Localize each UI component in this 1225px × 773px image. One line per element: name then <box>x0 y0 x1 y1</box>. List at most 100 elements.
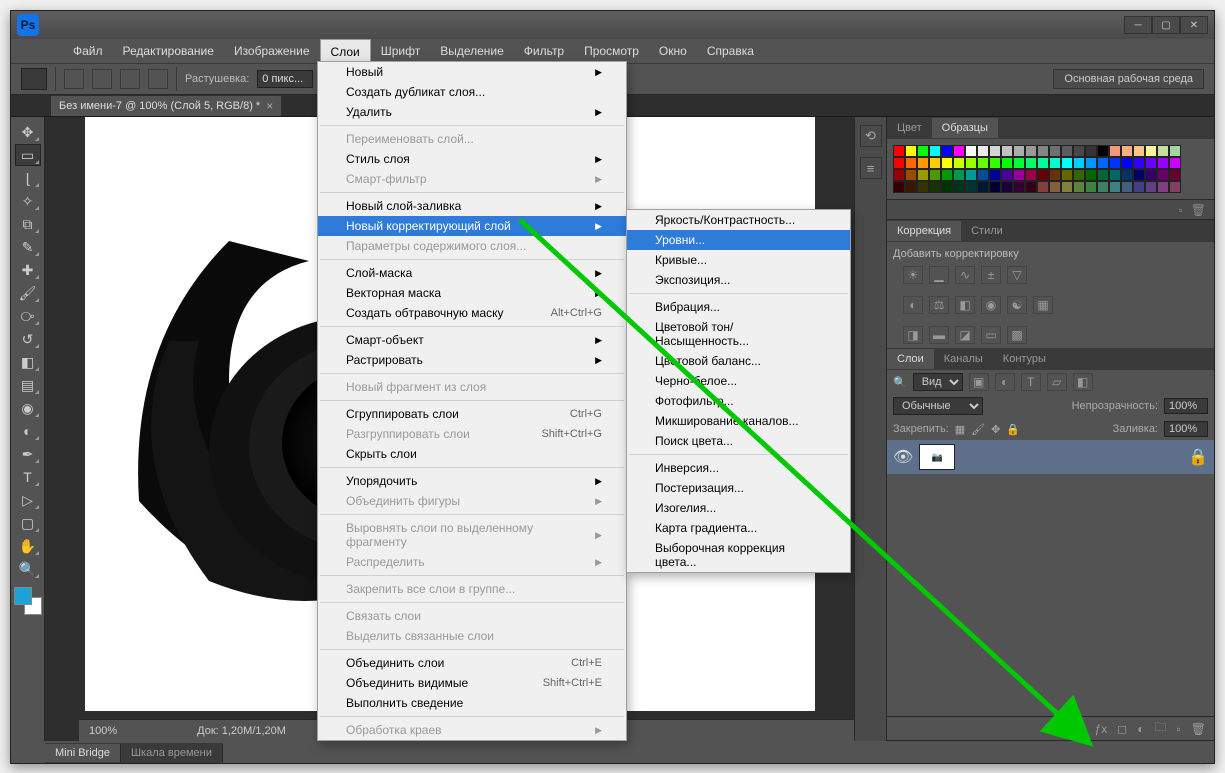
color-swatch[interactable] <box>917 145 929 157</box>
color-swatch[interactable] <box>1073 157 1085 169</box>
color-swatch[interactable] <box>941 145 953 157</box>
menu-item[interactable]: Сгруппировать слоиCtrl+G <box>318 404 626 424</box>
color-swatch[interactable] <box>977 157 989 169</box>
color-swatch[interactable] <box>977 145 989 157</box>
color-swatch[interactable] <box>1157 145 1169 157</box>
tab-styles[interactable]: Стили <box>961 221 1013 241</box>
zoom-value[interactable]: 100% <box>89 725 117 737</box>
filter-shape-icon[interactable]: ▱ <box>1047 373 1067 391</box>
brush-tool[interactable]: 🖌 <box>15 282 41 304</box>
menu-item[interactable]: Создать дубликат слоя... <box>318 82 626 102</box>
color-swatch[interactable] <box>965 145 977 157</box>
color-swatch[interactable] <box>1133 169 1145 181</box>
menu-item[interactable]: Смарт-объект▶ <box>318 330 626 350</box>
properties-panel-icon[interactable]: ≡ <box>860 157 882 179</box>
healing-brush-tool[interactable]: ✚ <box>15 259 41 281</box>
color-swatch[interactable] <box>953 157 965 169</box>
menu-item[interactable]: Поиск цвета... <box>627 431 850 451</box>
color-swatch[interactable] <box>965 157 977 169</box>
menu-item[interactable]: Экспозиция... <box>627 270 850 290</box>
feather-input[interactable] <box>257 70 313 88</box>
color-swatch[interactable] <box>1097 181 1109 193</box>
menu-item[interactable]: Векторная маска▶ <box>318 283 626 303</box>
color-swatch[interactable] <box>1061 169 1073 181</box>
workspace-switcher[interactable]: Основная рабочая среда <box>1053 69 1204 89</box>
menu-item[interactable]: Объединить слоиCtrl+E <box>318 653 626 673</box>
menu-item[interactable]: Новый корректирующий слой▶ <box>318 216 626 236</box>
color-swatch[interactable] <box>1061 145 1073 157</box>
menu-редактирование[interactable]: Редактирование <box>113 39 224 63</box>
color-swatch[interactable] <box>1085 181 1097 193</box>
bw-icon[interactable]: ◧ <box>955 296 975 314</box>
color-swatch[interactable] <box>1025 169 1037 181</box>
filter-smart-icon[interactable]: ◧ <box>1073 373 1093 391</box>
menu-item[interactable]: Удалить▶ <box>318 102 626 122</box>
menu-item[interactable]: Создать обтравочную маскуAlt+Ctrl+G <box>318 303 626 323</box>
color-swatch[interactable] <box>1121 157 1133 169</box>
menu-item[interactable]: Черно-белое... <box>627 371 850 391</box>
menu-окно[interactable]: Окно <box>649 39 697 63</box>
lock-position-icon[interactable]: ✥ <box>991 423 1000 436</box>
minimize-button[interactable]: ─ <box>1124 16 1152 34</box>
dodge-tool[interactable]: ◐ <box>15 420 41 442</box>
color-swatch[interactable] <box>1109 181 1121 193</box>
magic-wand-tool[interactable]: ✧ <box>15 190 41 212</box>
color-swatch[interactable] <box>1169 169 1181 181</box>
menu-item[interactable]: Растрировать▶ <box>318 350 626 370</box>
color-swatch[interactable] <box>1013 169 1025 181</box>
menu-фильтр[interactable]: Фильтр <box>514 39 574 63</box>
menu-item[interactable]: Слой-маска▶ <box>318 263 626 283</box>
color-swatch[interactable] <box>1037 157 1049 169</box>
color-swatch[interactable] <box>1157 181 1169 193</box>
color-swatch[interactable] <box>1073 181 1085 193</box>
color-swatch[interactable] <box>893 169 905 181</box>
color-swatch[interactable] <box>1013 157 1025 169</box>
tab-timeline[interactable]: Шкала времени <box>121 744 223 762</box>
color-swatch[interactable] <box>1085 169 1097 181</box>
curves-icon[interactable]: ∿ <box>955 266 975 284</box>
vibrance-icon[interactable]: ▽ <box>1007 266 1027 284</box>
path-select-tool[interactable]: ▷ <box>15 489 41 511</box>
history-panel-icon[interactable]: ⟲ <box>860 125 882 147</box>
lookup-icon[interactable]: ▦ <box>1033 296 1053 314</box>
color-swatch[interactable] <box>1001 181 1013 193</box>
filter-type-icon[interactable]: T <box>1021 373 1041 391</box>
color-swatch[interactable] <box>1001 169 1013 181</box>
color-swatch[interactable] <box>1049 145 1061 157</box>
selection-add-icon[interactable] <box>92 69 112 89</box>
photo-filter-icon[interactable]: ◉ <box>981 296 1001 314</box>
color-swatch[interactable] <box>1133 181 1145 193</box>
menu-файл[interactable]: Файл <box>63 39 113 63</box>
threshold-icon[interactable]: ◪ <box>955 326 975 344</box>
color-swatch[interactable] <box>929 169 941 181</box>
color-swatch[interactable] <box>917 169 929 181</box>
menu-item[interactable]: Выборочная коррекция цвета... <box>627 538 850 572</box>
color-swatch[interactable] <box>1109 157 1121 169</box>
color-swatch[interactable] <box>1073 169 1085 181</box>
visibility-eye-icon[interactable]: 👁 <box>893 447 913 467</box>
color-swatch[interactable] <box>1025 157 1037 169</box>
menu-item[interactable]: Карта градиента... <box>627 518 850 538</box>
color-swatch[interactable] <box>905 157 917 169</box>
color-swatch[interactable] <box>905 169 917 181</box>
color-swatch[interactable] <box>917 157 929 169</box>
eraser-tool[interactable]: ◧ <box>15 351 41 373</box>
levels-icon[interactable]: ▁ <box>929 266 949 284</box>
color-swatch[interactable] <box>1097 169 1109 181</box>
menu-шрифт[interactable]: Шрифт <box>371 39 430 63</box>
menu-item[interactable]: Цветовой баланс... <box>627 351 850 371</box>
brightness-icon[interactable]: ☀ <box>903 266 923 284</box>
menu-item[interactable]: Изогелия... <box>627 498 850 518</box>
exposure-icon[interactable]: ± <box>981 266 1001 284</box>
tab-channels[interactable]: Каналы <box>934 349 993 369</box>
color-swatch[interactable] <box>905 181 917 193</box>
color-swatch[interactable] <box>977 181 989 193</box>
menu-просмотр[interactable]: Просмотр <box>574 39 649 63</box>
color-swatch[interactable] <box>1025 145 1037 157</box>
eyedropper-tool[interactable]: ✎ <box>15 236 41 258</box>
color-swatch[interactable] <box>1085 145 1097 157</box>
filter-pixel-icon[interactable]: ▣ <box>969 373 989 391</box>
mixer-icon[interactable]: ☯ <box>1007 296 1027 314</box>
menu-item[interactable]: Постеризация... <box>627 478 850 498</box>
fill-input[interactable] <box>1164 421 1208 437</box>
